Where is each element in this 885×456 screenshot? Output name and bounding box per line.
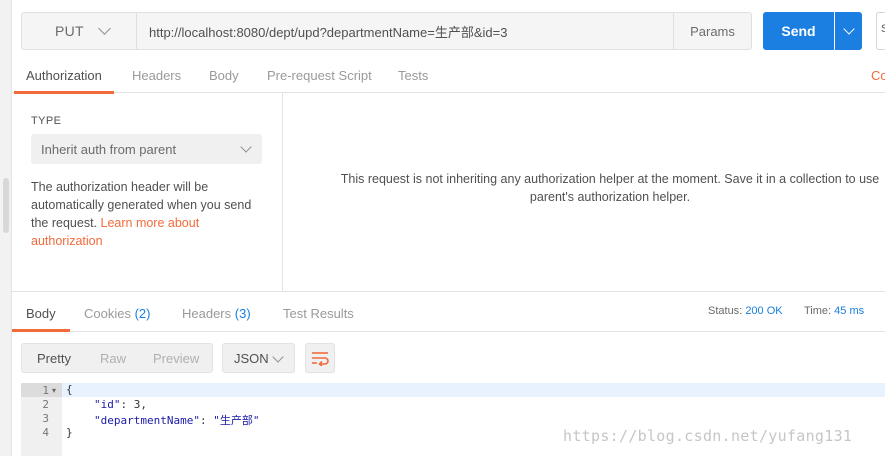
wrap-lines-button[interactable] bbox=[305, 343, 335, 373]
tab-authorization[interactable]: Authorization bbox=[14, 62, 114, 94]
cookies-count: (2) bbox=[134, 306, 151, 321]
headers-count: (3) bbox=[234, 306, 251, 321]
auth-msg-line: This request is not inheriting any autho… bbox=[340, 172, 880, 186]
code-line: { bbox=[66, 383, 73, 396]
auth-desc-line: the request. bbox=[31, 216, 101, 230]
sidebar-resize-handle[interactable] bbox=[3, 178, 9, 233]
json-key: "id" bbox=[94, 398, 121, 411]
auth-msg-line: parent's authorization helper. bbox=[529, 190, 691, 204]
auth-inherit-message: This request is not inheriting any autho… bbox=[300, 170, 885, 206]
format-value: JSON bbox=[234, 351, 269, 366]
send-label: Send bbox=[781, 23, 816, 39]
line-number: 1 bbox=[42, 384, 49, 397]
method-select[interactable]: PUT bbox=[21, 12, 137, 50]
format-select[interactable]: JSON bbox=[222, 343, 295, 373]
status-value: 200 OK bbox=[745, 305, 783, 317]
active-line-highlight bbox=[62, 383, 885, 397]
auth-type-select[interactable]: Inherit auth from parent bbox=[31, 134, 262, 164]
pretty-button[interactable]: Pretty bbox=[37, 351, 71, 366]
wrap-icon bbox=[312, 352, 329, 366]
json-colon: : bbox=[199, 414, 214, 427]
params-label: Params bbox=[690, 23, 735, 39]
chevron-down-icon bbox=[842, 23, 855, 35]
chevron-down-icon bbox=[240, 141, 252, 153]
json-key: "departmentName" bbox=[94, 414, 200, 427]
learn-more-link[interactable]: Learn more about bbox=[101, 216, 200, 230]
save-label: S bbox=[881, 23, 885, 35]
json-value: : 3, bbox=[120, 398, 148, 411]
json-value: "生产部" bbox=[213, 414, 260, 427]
learn-more-link[interactable]: authorization bbox=[31, 234, 103, 248]
brace: { bbox=[66, 383, 73, 396]
code-line: "departmentName": "生产部" bbox=[94, 412, 259, 428]
tab-pre-request-script[interactable]: Pre-request Script bbox=[267, 62, 372, 93]
auth-type-label: TYPE bbox=[31, 115, 62, 127]
request-tabs: Authorization Headers Body Pre-request S… bbox=[12, 62, 885, 94]
time-label: Time: bbox=[804, 305, 832, 317]
auth-type-value: Inherit auth from parent bbox=[41, 141, 177, 157]
status-label: Status: bbox=[708, 305, 743, 317]
tab-tests[interactable]: Tests bbox=[398, 62, 428, 93]
time-value: 45 ms bbox=[834, 305, 865, 317]
auth-description: The authorization header will be automat… bbox=[31, 178, 271, 250]
url-input[interactable]: http://localhost:8080/dept/upd?departmen… bbox=[137, 12, 673, 50]
params-button[interactable]: Params bbox=[673, 12, 752, 50]
fold-arrow-icon[interactable]: ▾ bbox=[52, 386, 56, 395]
tab-test-results[interactable]: Test Results bbox=[283, 306, 354, 321]
code-line: } bbox=[66, 426, 73, 439]
sidebar-collapsed-edge bbox=[0, 0, 12, 456]
method-label: PUT bbox=[55, 23, 84, 39]
cookies-link[interactable]: Co bbox=[871, 62, 885, 93]
line-number: 3 bbox=[42, 412, 49, 425]
auth-desc-line: automatically generated when you send bbox=[31, 198, 252, 212]
tab-label: Cookies bbox=[84, 306, 131, 321]
tab-body[interactable]: Body bbox=[209, 62, 239, 93]
tab-headers[interactable]: Headers bbox=[132, 62, 181, 93]
chevron-down-icon bbox=[98, 22, 111, 35]
tab-response-body[interactable]: Body bbox=[12, 306, 70, 332]
chevron-down-icon bbox=[272, 351, 284, 363]
line-number: 4 bbox=[42, 426, 49, 439]
tab-response-headers[interactable]: Headers (3) bbox=[182, 306, 251, 321]
response-time: Time: 45 ms bbox=[804, 305, 864, 317]
save-button[interactable]: S bbox=[876, 12, 885, 50]
watermark: https://blog.csdn.net/yufang131 bbox=[563, 427, 853, 445]
line-number: 2 bbox=[42, 398, 49, 411]
send-button[interactable]: Send bbox=[763, 12, 834, 50]
response-status: Status: 200 OK bbox=[708, 305, 783, 317]
view-mode-group: Pretty Raw Preview bbox=[21, 343, 213, 373]
url-text: http://localhost:8080/dept/upd?departmen… bbox=[149, 24, 508, 40]
auth-desc-line: The authorization header will be bbox=[31, 180, 209, 194]
brace: } bbox=[66, 426, 73, 439]
send-options-button[interactable] bbox=[835, 12, 862, 50]
preview-button[interactable]: Preview bbox=[153, 351, 199, 366]
code-line: "id": 3, bbox=[94, 398, 147, 411]
raw-button[interactable]: Raw bbox=[100, 351, 126, 366]
tab-response-cookies[interactable]: Cookies (2) bbox=[84, 306, 150, 321]
tab-label: Headers bbox=[182, 306, 232, 321]
